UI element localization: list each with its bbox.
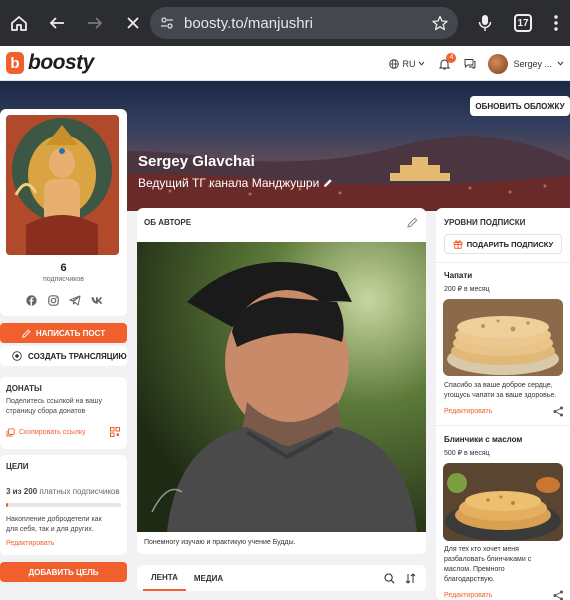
goals-title: ЦЕЛИ	[6, 462, 29, 471]
tiers-title: УРОВНИ ПОДПИСКИ	[444, 218, 526, 227]
add-goal-label: ДОБАВИТЬ ЦЕЛЬ	[28, 567, 99, 577]
divider	[436, 425, 570, 426]
feed-tabs: ЛЕНТА МЕДИА	[137, 565, 426, 591]
telegram-icon[interactable]	[69, 294, 81, 306]
tier-name: Блинчики с маслом	[444, 435, 523, 444]
profile-avatar-image[interactable]	[6, 115, 119, 255]
site-settings-icon[interactable]	[160, 16, 174, 30]
avatar	[488, 53, 509, 74]
social-links	[25, 294, 103, 306]
url-text[interactable]: boosty.to/manjushri	[184, 15, 432, 32]
tab-count[interactable]: 17	[514, 14, 532, 32]
goal-edit-link[interactable]: Редактировать	[6, 539, 54, 549]
copy-link-label: Скопировать ссылку	[19, 429, 86, 436]
qr-code-icon[interactable]	[110, 427, 120, 437]
language-label: RU	[402, 58, 416, 69]
tier-description-1: Спасибо за ваше доброе сердце,	[444, 382, 553, 389]
pencil-icon[interactable]	[323, 178, 333, 188]
bookmark-star-icon[interactable]	[432, 15, 448, 31]
tier-description-2: разбаловать блинчиками с	[444, 556, 532, 563]
tier-price: 200 ₽ в месяц	[444, 286, 490, 293]
tier-description-1: Для тех кто хочет меня	[444, 546, 519, 553]
subscribers-count: 6	[60, 262, 67, 274]
sort-icon[interactable]	[405, 572, 416, 584]
tier-price: 500 ₽ в месяц	[444, 450, 490, 457]
subscribers-label: подписчиков	[42, 276, 85, 283]
site-header: b boosty RU 4 Sergey ...	[0, 46, 570, 81]
goal-progress-fill	[6, 503, 8, 507]
divider	[436, 262, 570, 263]
record-icon	[12, 351, 22, 361]
gift-subscription-button[interactable]: ПОДАРИТЬ ПОДПИСКУ	[444, 234, 562, 254]
tier-description-2: угощусь чапати за ваше здоровье.	[444, 392, 557, 399]
author-tagline: Ведущий ТГ канала Манджушри	[138, 176, 333, 190]
username: Sergey ...	[513, 58, 552, 69]
goal-progress-unit: платных подписчиков	[39, 487, 120, 496]
logo-text: boosty	[28, 51, 94, 74]
author-photo[interactable]	[137, 242, 426, 532]
tier-image-chapati	[443, 299, 563, 376]
globe-icon	[389, 58, 400, 69]
boosty-logo-icon: b	[6, 52, 24, 74]
boosty-logo[interactable]: b boosty	[6, 51, 94, 75]
tier-description-3: маслом. Премного	[444, 566, 505, 573]
forward-arrow-icon[interactable]	[76, 0, 114, 46]
tab-media[interactable]: МЕДИА	[186, 565, 231, 591]
pencil-icon	[22, 328, 31, 338]
tabs-button[interactable]: 17	[504, 0, 542, 46]
tier-image-pancakes	[443, 463, 563, 541]
donations-description-1: Поделитесь ссылкой на вашу	[6, 398, 102, 405]
share-icon[interactable]	[553, 590, 564, 600]
gift-subscription-label: ПОДАРИТЬ ПОДПИСКУ	[466, 239, 554, 249]
language-selector[interactable]: RU	[389, 59, 425, 69]
home-icon[interactable]	[0, 0, 38, 46]
close-icon[interactable]	[114, 0, 152, 46]
about-card: ОБ АВТОРЕ Понемногу изучаю и практикую у…	[137, 208, 426, 554]
share-icon[interactable]	[553, 406, 564, 417]
tier-description-4: благодарствую.	[444, 576, 495, 583]
about-caption: Понемногу изучаю и практикую учение Будд…	[144, 539, 296, 546]
more-menu-icon[interactable]	[542, 0, 570, 46]
vk-icon[interactable]	[91, 294, 103, 306]
chevron-down-icon	[557, 61, 564, 66]
instagram-icon[interactable]	[47, 294, 59, 306]
tagline-text: Ведущий ТГ канала Манджушри	[138, 176, 320, 190]
subscription-tiers-card: УРОВНИ ПОДПИСКИ ПОДАРИТЬ ПОДПИСКУ Чапати…	[436, 208, 570, 600]
tier-edit-link[interactable]: Редактировать	[444, 592, 492, 599]
goal-progress-count: 3 из 200	[6, 487, 38, 496]
goal-description-2: для себя, так и для других.	[6, 526, 94, 533]
goal-description-1: Накопление добродетели как	[6, 516, 102, 523]
tab-feed[interactable]: ЛЕНТА	[143, 565, 186, 591]
browser-toolbar: boosty.to/manjushri 17	[0, 0, 570, 46]
microphone-icon[interactable]	[466, 0, 504, 46]
notifications-button[interactable]: 4	[439, 52, 457, 70]
author-name: Sergey Glavchai	[138, 153, 255, 170]
tier-edit-link[interactable]: Редактировать	[444, 408, 492, 415]
donations-description-2: страницу сбора донатов	[6, 408, 86, 415]
copy-link-button[interactable]: Скопировать ссылку	[6, 428, 86, 437]
about-title: ОБ АВТОРЕ	[144, 218, 192, 227]
copy-icon	[6, 428, 15, 437]
create-stream-button[interactable]: СОЗДАТЬ ТРАНСЛЯЦИЮ	[0, 346, 127, 366]
chevron-down-icon	[418, 61, 425, 66]
back-arrow-icon[interactable]	[38, 0, 76, 46]
user-menu[interactable]: Sergey ...	[488, 53, 564, 74]
facebook-icon[interactable]	[25, 294, 37, 306]
tier-name: Чапати	[444, 271, 473, 280]
donations-title: ДОНАТЫ	[6, 384, 42, 393]
create-stream-label: СОЗДАТЬ ТРАНСЛЯЦИЮ	[28, 351, 127, 361]
notifications-badge: 4	[446, 52, 457, 63]
add-goal-button[interactable]: ДОБАВИТЬ ЦЕЛЬ	[0, 562, 127, 582]
edit-pencil-icon[interactable]	[407, 217, 418, 228]
address-bar[interactable]: boosty.to/manjushri	[150, 7, 458, 39]
write-post-button[interactable]: НАПИСАТЬ ПОСТ	[0, 323, 127, 343]
gift-icon	[453, 239, 463, 249]
update-cover-button[interactable]: ОБНОВИТЬ ОБЛОЖКУ	[470, 96, 570, 116]
write-post-label: НАПИСАТЬ ПОСТ	[35, 328, 106, 338]
messages-icon[interactable]	[464, 58, 476, 69]
search-icon[interactable]	[384, 572, 395, 584]
goal-progress-bar	[6, 503, 121, 507]
goal-progress-text: 3 из 200 платных подписчиков	[6, 487, 120, 497]
